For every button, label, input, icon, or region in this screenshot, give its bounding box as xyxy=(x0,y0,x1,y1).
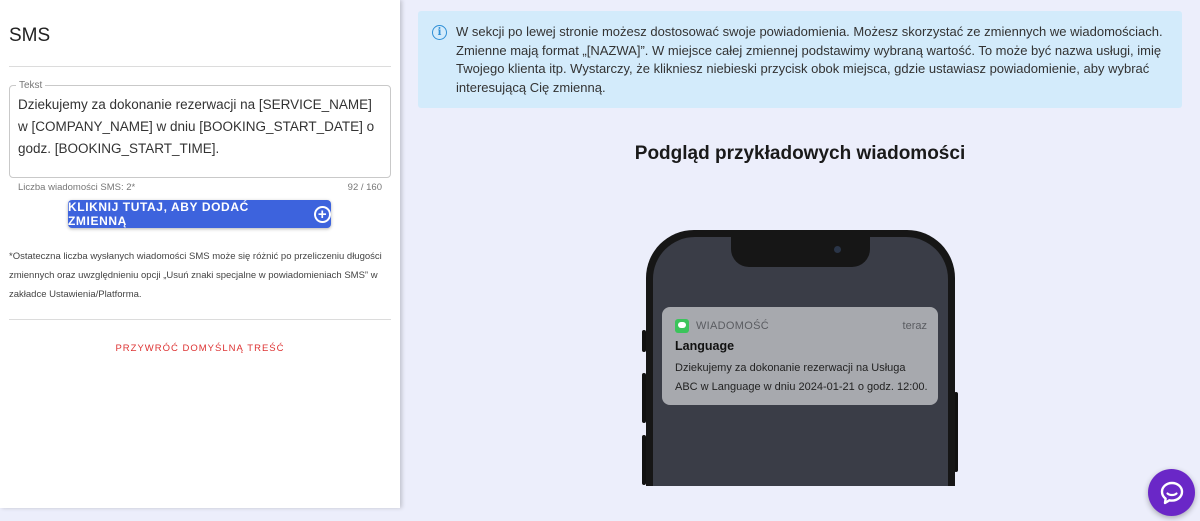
panel-title: SMS xyxy=(9,25,51,46)
add-variable-button[interactable]: KLIKNIJ TUTAJ, ABY DODAĆ ZMIENNĄ + xyxy=(68,200,331,228)
camera-icon xyxy=(834,246,841,253)
phone-mockup: WIADOMOŚĆ teraz Language Dziekujemy za d… xyxy=(646,230,955,486)
notification-body: Dziekujemy za dokonanie rezerwacji na Us… xyxy=(675,362,928,393)
sms-settings-panel: SMS Tekst Dziekujemy za dokonanie rezerw… xyxy=(0,0,400,508)
notification-time: teraz xyxy=(902,320,927,332)
helper-row: Liczba wiadomości SMS: 2* 92 / 160 xyxy=(18,182,382,193)
phone-screen: WIADOMOŚĆ teraz Language Dziekujemy za d… xyxy=(653,237,948,486)
notification-app-name: WIADOMOŚĆ xyxy=(696,320,769,332)
preview-heading: Podgląd przykładowych wiadomości xyxy=(634,143,966,164)
messages-app-icon xyxy=(675,319,689,333)
info-banner: i W sekcji po lewej stronie możesz dosto… xyxy=(418,11,1182,108)
plus-circle-icon: + xyxy=(314,205,331,223)
restore-default-button[interactable]: PRZYWRÓĆ DOMYŚLNĄ TREŚĆ xyxy=(0,343,400,354)
info-text: W sekcji po lewej stronie możesz dostoso… xyxy=(456,24,1163,95)
phone-notch xyxy=(731,237,870,267)
sms-footnote: *Ostateczna liczba wysłanych wiadomości … xyxy=(9,251,382,300)
sms-text-field[interactable]: Tekst Dziekujemy za dokonanie rezerwacji… xyxy=(9,80,391,178)
chat-support-button[interactable] xyxy=(1148,469,1195,516)
divider xyxy=(9,319,391,320)
divider xyxy=(9,66,391,67)
sms-text-value[interactable]: Dziekujemy za dokonanie rezerwacji na [S… xyxy=(18,94,382,160)
notification-title: Language xyxy=(675,339,735,353)
sms-count-label: Liczba wiadomości SMS: 2* xyxy=(18,182,136,193)
add-variable-button-label: KLIKNIJ TUTAJ, ABY DODAĆ ZMIENNĄ xyxy=(68,200,249,228)
notification-preview: WIADOMOŚĆ teraz Language Dziekujemy za d… xyxy=(662,307,938,405)
chat-bubble-icon xyxy=(1160,481,1183,504)
char-counter: 92 / 160 xyxy=(347,182,382,193)
notification-header: WIADOMOŚĆ teraz xyxy=(675,319,927,333)
info-icon: i xyxy=(432,25,447,40)
sms-text-field-label: Tekst xyxy=(16,80,46,91)
